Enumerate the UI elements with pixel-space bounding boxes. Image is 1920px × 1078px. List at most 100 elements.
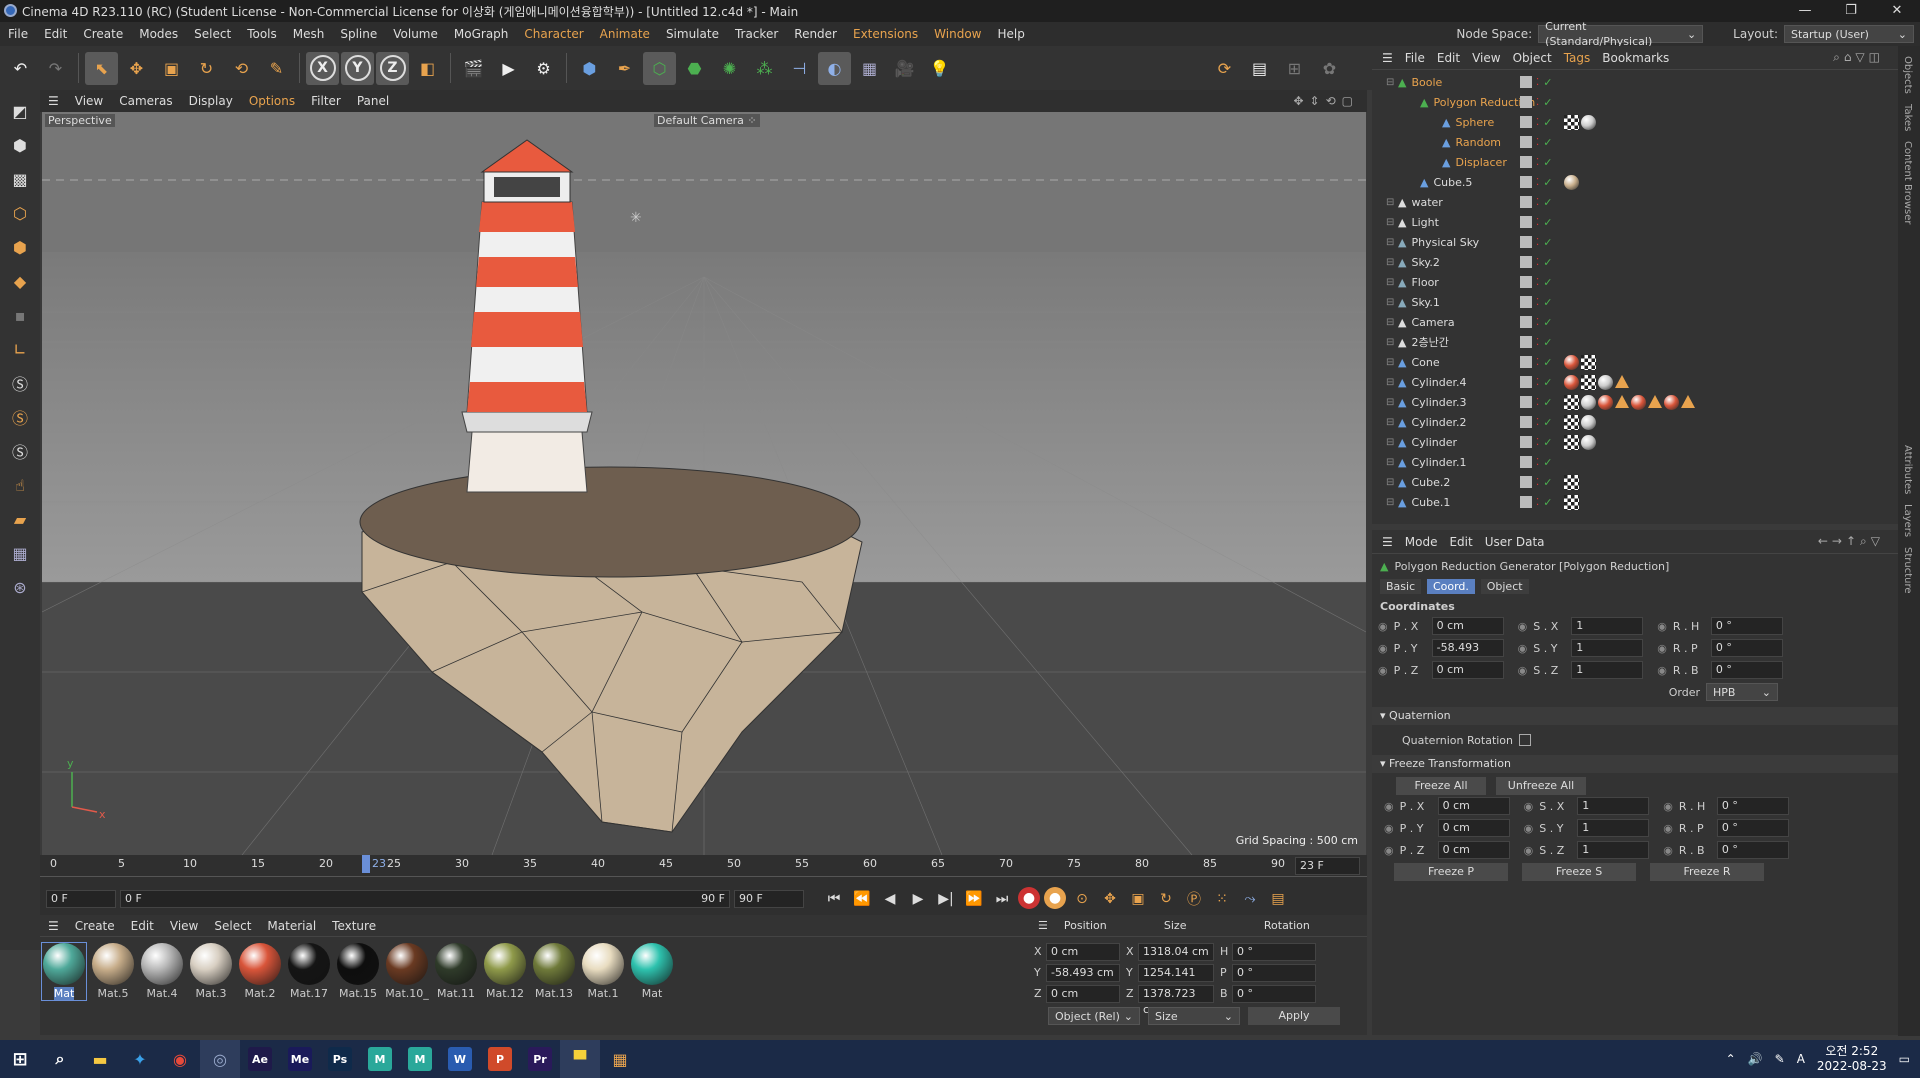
uv-mode-icon[interactable]: ▪ xyxy=(5,300,35,330)
visibility-dots-icon[interactable]: ⁚ xyxy=(1536,337,1539,348)
position-field[interactable]: 0 cm xyxy=(1046,942,1120,961)
next-frame-icon[interactable]: ▶| xyxy=(934,887,958,911)
points-mode-icon[interactable]: ⬡ xyxy=(5,198,35,228)
visibility-dots-icon[interactable]: ⁚ xyxy=(1536,157,1539,168)
dock-tab-layers[interactable]: Layers xyxy=(1902,504,1913,537)
ime-indicator[interactable]: A xyxy=(1797,1052,1805,1066)
radio-icon[interactable]: ◉ xyxy=(1378,620,1388,633)
material-item[interactable]: Mat xyxy=(41,942,87,1001)
coordinate-system-icon[interactable]: ◧ xyxy=(411,52,444,85)
volume-icon[interactable]: 🔊 xyxy=(1748,1052,1763,1066)
texture-mode-icon[interactable]: ▩ xyxy=(5,164,35,194)
layer-icon[interactable] xyxy=(1520,376,1532,388)
menu-mesh[interactable]: Mesh xyxy=(285,27,333,41)
recent-tools-icon[interactable]: ⟲ xyxy=(225,52,258,85)
r-field[interactable]: 0 ° xyxy=(1710,617,1783,635)
soft-selection-icon[interactable]: Ⓢ xyxy=(5,436,35,466)
layer-icon[interactable] xyxy=(1520,316,1532,328)
layer-icon[interactable] xyxy=(1520,136,1532,148)
s-field[interactable]: 1 xyxy=(1571,661,1644,679)
layer-icon[interactable] xyxy=(1520,416,1532,428)
previous-key-icon[interactable]: ⏪ xyxy=(850,887,874,911)
object-row[interactable]: ▲ Polygon Reduction ⁚ ✓ xyxy=(1372,92,1898,112)
layer-icon[interactable] xyxy=(1520,156,1532,168)
enabled-check-icon[interactable]: ✓ xyxy=(1543,76,1552,89)
taskbar-app-icon[interactable]: Ps xyxy=(320,1040,360,1078)
rotate-tool-icon[interactable]: ↻ xyxy=(190,52,223,85)
undo-icon[interactable]: ↶ xyxy=(4,52,37,85)
visibility-dots-icon[interactable]: ⁚ xyxy=(1536,257,1539,268)
unfreeze-all-button[interactable]: Unfreeze All xyxy=(1496,777,1586,795)
object-row[interactable]: ▲ Sphere ⁚ ✓ xyxy=(1372,112,1898,132)
material-item[interactable]: Mat.3 xyxy=(189,943,233,1000)
visibility-dots-icon[interactable]: ⁚ xyxy=(1536,317,1539,328)
object-row[interactable]: ▲ Cube.5 ⁚ ✓ xyxy=(1372,172,1898,192)
menu-tools[interactable]: Tools xyxy=(239,27,285,41)
array-icon[interactable]: ⁂ xyxy=(748,52,781,85)
object-row[interactable]: ⊟ ▲ Cylinder ⁚ ✓ xyxy=(1372,432,1898,452)
om-menu-edit[interactable]: Edit xyxy=(1431,51,1466,65)
object-row[interactable]: ⊟ ▲ Cylinder.1 ⁚ ✓ xyxy=(1372,452,1898,472)
material-item[interactable]: Mat.13 xyxy=(532,943,576,1000)
frame-range-slider[interactable]: 0 F 90 F xyxy=(120,890,730,908)
start-frame-field[interactable]: 0 F xyxy=(46,890,116,908)
material-item[interactable]: Mat.1 xyxy=(581,943,625,1000)
material-item[interactable]: Mat.4 xyxy=(140,943,184,1000)
snap-settings-icon[interactable]: Ⓢ xyxy=(5,402,35,432)
menu-select[interactable]: Select xyxy=(186,27,239,41)
radio-icon[interactable]: ◉ xyxy=(1384,800,1394,813)
subdivision-generator-icon[interactable]: ⬡ xyxy=(643,51,676,85)
om-toolbar-icons[interactable]: ⌕⌂▽◫ xyxy=(1827,50,1890,65)
render-view-icon[interactable]: 🎬 xyxy=(457,52,490,85)
render-settings-icon[interactable]: ⚙ xyxy=(527,52,560,85)
enabled-check-icon[interactable]: ✓ xyxy=(1543,256,1552,269)
texture-tag-icon[interactable] xyxy=(1564,394,1579,410)
enabled-check-icon[interactable]: ✓ xyxy=(1543,216,1552,229)
radio-icon[interactable]: ◉ xyxy=(1524,800,1534,813)
y-axis-lock-button[interactable]: Y xyxy=(344,55,371,81)
timeline-ruler[interactable]: 0 5 10 15 20 25 30 35 40 45 50 55 60 65 … xyxy=(40,855,1367,877)
object-row[interactable]: ⊟ ▲ Cube.2 ⁚ ✓ xyxy=(1372,472,1898,492)
visibility-dots-icon[interactable]: ⁚ xyxy=(1536,357,1539,368)
material-item[interactable]: Mat.11 xyxy=(434,943,478,1000)
maximize-button[interactable]: ❐ xyxy=(1828,0,1874,22)
make-editable-icon[interactable]: ◩ xyxy=(5,96,35,126)
expand-toggle-icon[interactable]: ⊟ xyxy=(1386,437,1396,448)
dock-tab-structure[interactable]: Structure xyxy=(1902,547,1913,594)
enabled-check-icon[interactable]: ✓ xyxy=(1543,436,1552,449)
phong-tag-icon[interactable] xyxy=(1615,374,1629,388)
bird-app-icon[interactable]: ✦ xyxy=(120,1040,160,1078)
layer-icon[interactable] xyxy=(1520,436,1532,448)
r-field[interactable]: 0 ° xyxy=(1710,639,1783,657)
viewport-menu-filter[interactable]: Filter xyxy=(303,94,349,108)
layer-icon[interactable] xyxy=(1520,96,1532,108)
phong-tag-icon[interactable] xyxy=(1648,394,1662,408)
apply-button[interactable]: Apply xyxy=(1248,1007,1340,1025)
visibility-dots-icon[interactable]: ⁚ xyxy=(1536,137,1539,148)
render-queue-icon[interactable]: ⊞ xyxy=(1278,52,1311,85)
dock-tab-content-browser[interactable]: Content Browser xyxy=(1902,141,1913,224)
layer-icon[interactable] xyxy=(1520,216,1532,228)
dock-tab-objects[interactable]: Objects xyxy=(1902,56,1913,94)
interactive-render-region-icon[interactable]: ⟳ xyxy=(1208,52,1241,85)
visibility-dots-icon[interactable]: ⁚ xyxy=(1536,77,1539,88)
file-explorer-icon[interactable]: ▬ xyxy=(80,1040,120,1078)
attr-menu-mode[interactable]: Mode xyxy=(1399,535,1444,549)
position-key-icon[interactable]: ✥ xyxy=(1098,887,1122,911)
attr-menu-edit[interactable]: Edit xyxy=(1443,535,1478,549)
material-menu-texture[interactable]: Texture xyxy=(324,919,384,933)
render-to-picture-viewer-icon[interactable]: ▶ xyxy=(492,52,525,85)
kakaotalk-icon[interactable]: ▀ xyxy=(560,1040,600,1078)
previous-frame-icon[interactable]: ◀ xyxy=(878,887,902,911)
material-tag-icon[interactable] xyxy=(1564,354,1579,370)
menu-file[interactable]: File xyxy=(0,27,36,41)
enabled-check-icon[interactable]: ✓ xyxy=(1543,416,1552,429)
material-item[interactable]: Mat xyxy=(630,943,674,1000)
tab-object[interactable]: Object xyxy=(1480,579,1529,594)
material-menu-material[interactable]: Material xyxy=(259,919,324,933)
visibility-dots-icon[interactable]: ⁚ xyxy=(1536,97,1539,108)
menu-character[interactable]: Character xyxy=(516,27,591,41)
chrome-icon[interactable]: ◉ xyxy=(160,1040,200,1078)
radio-icon[interactable]: ◉ xyxy=(1524,844,1534,857)
taskbar-app-icon[interactable]: P xyxy=(480,1040,520,1078)
